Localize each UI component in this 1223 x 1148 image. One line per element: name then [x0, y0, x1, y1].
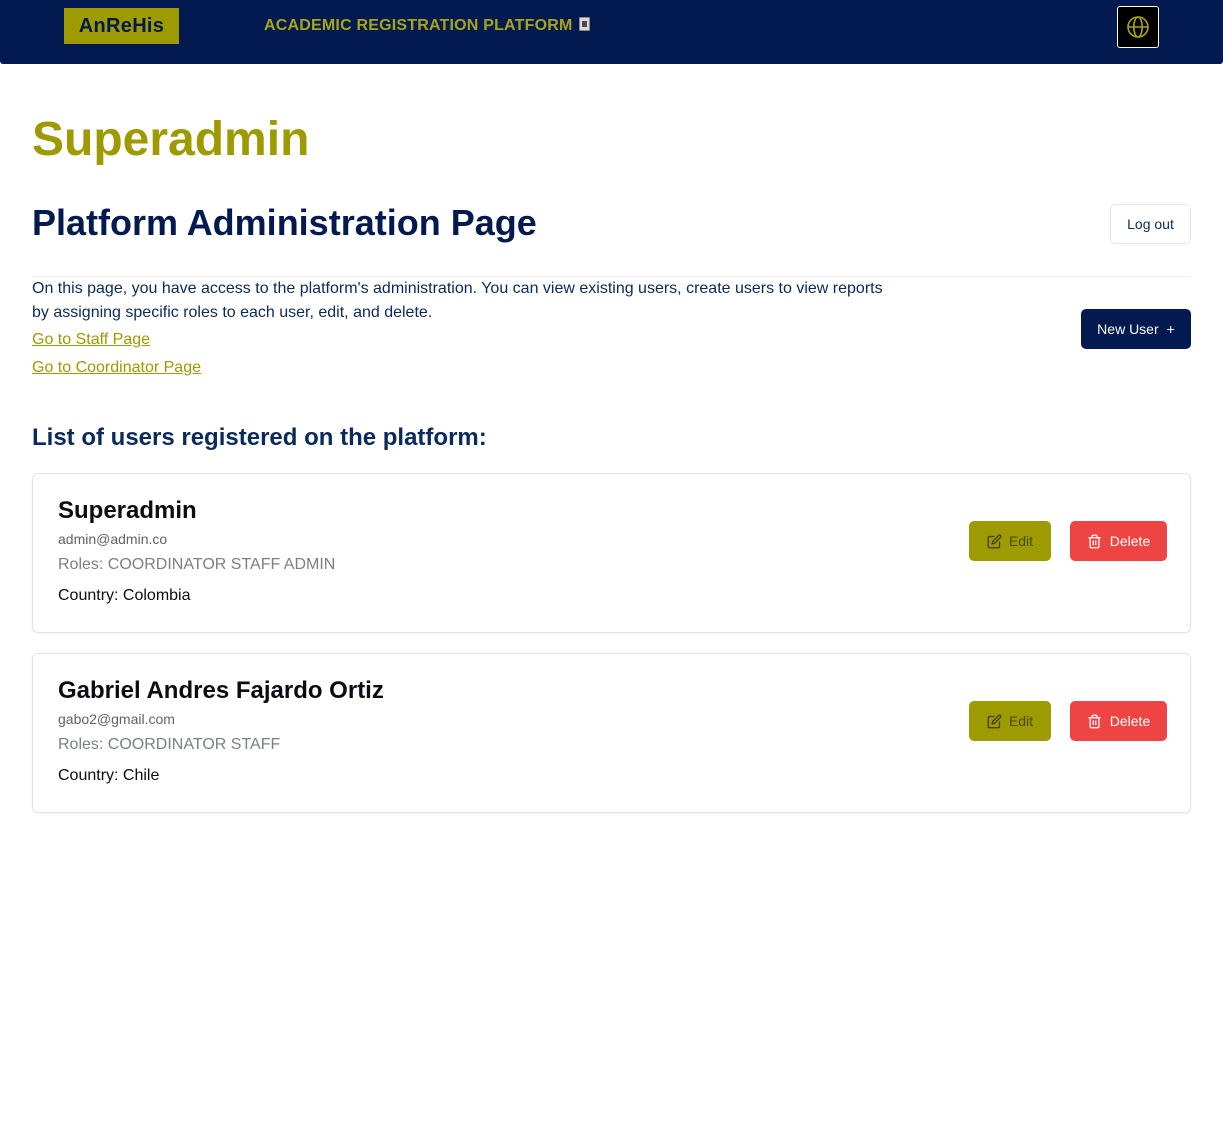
staff-page-link[interactable]: Go to Staff Page	[32, 331, 150, 349]
page-title: Platform Administration Page	[32, 202, 537, 243]
user-email: gabo2@gmail.com	[58, 711, 175, 727]
trash-icon	[1087, 534, 1102, 549]
user-card: Superadmin admin@admin.co Roles: COORDIN…	[32, 473, 1191, 633]
edit-label: Edit	[1008, 713, 1034, 729]
user-roles: Roles: COORDINATOR STAFF	[58, 736, 281, 753]
user-country: Country: Colombia	[58, 587, 191, 604]
edit-icon	[987, 714, 1002, 729]
user-country: Country: Chile	[58, 767, 160, 784]
new-user-button[interactable]: New User +	[1081, 309, 1191, 349]
globe-icon	[1127, 16, 1149, 38]
delete-label: Delete	[1109, 713, 1151, 729]
new-user-label: New User	[1097, 321, 1159, 337]
plus-icon: +	[1166, 321, 1175, 337]
page-description: On this page, you have access to the pla…	[32, 280, 883, 321]
top-navbar: AnReHis ACADEMIC REGISTRATION PLATFORM	[0, 0, 1223, 64]
edit-user-button[interactable]: Edit	[969, 701, 1051, 741]
app-title-text: ACADEMIC REGISTRATION PLATFORM	[264, 17, 573, 34]
role-title: Superadmin	[32, 113, 310, 166]
delete-user-button[interactable]: Delete	[1070, 701, 1167, 741]
user-card: Gabriel Andres Fajardo Ortiz gabo2@gmail…	[32, 653, 1191, 813]
edit-user-button[interactable]: Edit	[969, 521, 1051, 561]
book-icon	[578, 17, 590, 31]
app-logo[interactable]: AnReHis	[64, 8, 179, 44]
edit-icon	[987, 534, 1002, 549]
user-email: admin@admin.co	[58, 531, 168, 547]
logout-button[interactable]: Log out	[1110, 204, 1191, 244]
user-name: Superadmin	[58, 497, 197, 524]
users-list-heading: List of users registered on the platform…	[32, 424, 487, 451]
app-title: ACADEMIC REGISTRATION PLATFORM	[264, 17, 590, 35]
trash-icon	[1087, 714, 1102, 729]
edit-label: Edit	[1008, 533, 1034, 549]
delete-label: Delete	[1109, 533, 1151, 549]
delete-user-button[interactable]: Delete	[1070, 521, 1167, 561]
language-button[interactable]	[1117, 6, 1159, 48]
coordinator-page-link[interactable]: Go to Coordinator Page	[32, 359, 201, 377]
user-roles: Roles: COORDINATOR STAFF ADMIN	[58, 556, 336, 573]
user-name: Gabriel Andres Fajardo Ortiz	[58, 677, 384, 704]
